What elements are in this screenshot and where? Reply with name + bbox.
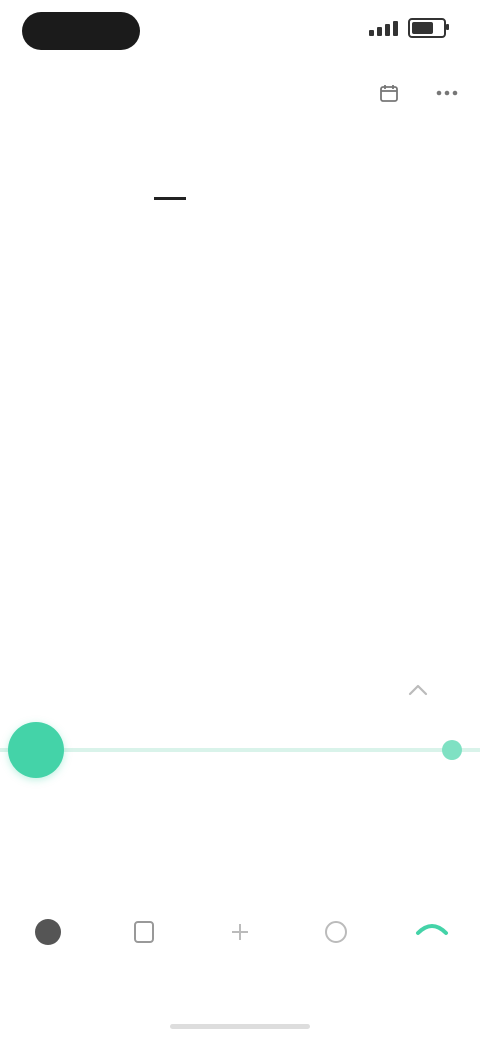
summary-value [0,305,480,360]
tab-4[interactable] [434,150,466,200]
tab-3[interactable] [294,150,326,200]
chart-icon [325,921,347,943]
status-time [22,12,140,50]
list-icon [134,921,154,943]
nav-list[interactable] [99,915,189,959]
timeline-knob[interactable] [8,722,64,778]
stat-2 [165,815,315,895]
timeline-track[interactable] [0,748,480,752]
header-actions [374,78,462,108]
bottom-navigation [0,915,480,1005]
plus-icon [232,924,248,940]
timeline-end-marker [442,740,462,760]
stat-1 [5,815,155,895]
stats-row [0,815,480,895]
battery-icon [408,18,449,38]
tab-1[interactable] [14,150,46,200]
calendar-icon[interactable] [374,78,404,108]
home-icon [35,919,61,945]
status-indicators [369,18,449,38]
profile-icon [416,924,448,935]
nav-chart[interactable] [291,915,381,959]
stat-3 [325,815,475,895]
more-icon[interactable] [432,78,462,108]
period-tabs [0,150,480,200]
nav-add[interactable] [195,915,285,959]
nav-home[interactable] [3,915,93,959]
expand-up-icon[interactable] [400,672,436,708]
nav-profile[interactable] [387,915,477,959]
home-indicator[interactable] [170,1024,310,1029]
tab-2[interactable] [154,150,186,200]
signal-icon [369,20,398,36]
